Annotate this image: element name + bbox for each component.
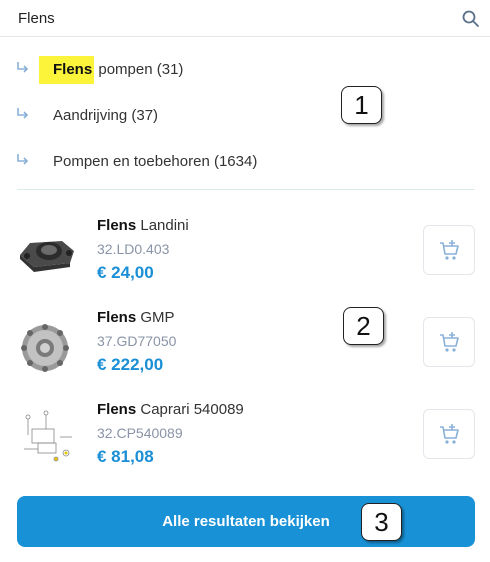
- suggestion-item-flens-pompen[interactable]: Flens pompen (31): [0, 53, 490, 87]
- match-highlight: Flens: [39, 56, 95, 84]
- annotation-badge-3: 3: [361, 503, 402, 541]
- annotation-badge-2: 2: [343, 307, 384, 345]
- annotation-badge-1: 1: [341, 86, 382, 124]
- suggestion-item-pompen-en-toebehoren[interactable]: Pompen en toebehoren (1634): [0, 145, 490, 179]
- product-item[interactable]: Flens Landini 32.LD0.403 € 24,00: [0, 217, 490, 297]
- search-bar: [0, 0, 490, 37]
- product-sku: 37.GD77050: [97, 333, 177, 349]
- suggestion-label: Pompen en toebehoren (1634): [53, 153, 258, 170]
- product-name[interactable]: Flens Landini: [97, 217, 189, 234]
- product-name[interactable]: Flens Caprari 540089: [97, 401, 244, 418]
- return-arrow-icon: [17, 108, 29, 119]
- add-to-cart-button[interactable]: [423, 225, 475, 275]
- suggestion-label: Flens pompen (31): [39, 56, 184, 84]
- add-to-cart-button[interactable]: [423, 409, 475, 459]
- add-to-cart-icon: [440, 240, 459, 260]
- divider: [17, 189, 475, 190]
- add-to-cart-icon: [440, 332, 459, 352]
- product-price: € 24,00: [97, 263, 154, 282]
- product-price: € 81,08: [97, 447, 154, 466]
- add-to-cart-button[interactable]: [423, 317, 475, 367]
- suggestion-label: Aandrijving (37): [53, 107, 159, 124]
- pump-flange-image: [21, 324, 69, 372]
- suggestion-text: pompen (31): [94, 61, 184, 78]
- product-item[interactable]: Flens GMP 37.GD77050 € 222,00: [0, 309, 490, 389]
- add-to-cart-icon: [440, 424, 459, 444]
- product-sku: 32.CP540089: [97, 425, 183, 441]
- exploded-diagram-image: [24, 410, 72, 462]
- return-arrow-icon: [17, 62, 29, 73]
- view-all-results-button[interactable]: Alle resultaten bekijken: [17, 496, 475, 547]
- flange-part-image: [20, 241, 74, 272]
- product-sku: 32.LD0.403: [97, 241, 170, 257]
- product-name[interactable]: Flens GMP: [97, 309, 175, 326]
- search-icon[interactable]: [461, 9, 481, 29]
- product-name-rest: Landini: [136, 217, 189, 234]
- return-arrow-icon: [17, 154, 29, 165]
- search-input[interactable]: [18, 8, 438, 28]
- product-name-highlight: Flens: [97, 309, 137, 326]
- product-name-highlight: Flens: [97, 217, 137, 234]
- product-item[interactable]: Flens Caprari 540089 32.CP540089 € 81,08: [0, 401, 490, 481]
- product-name-rest: GMP: [136, 309, 175, 326]
- product-name-rest: Caprari 540089: [136, 401, 244, 418]
- product-name-highlight: Flens: [97, 401, 137, 418]
- suggestion-item-aandrijving[interactable]: Aandrijving (37): [0, 99, 490, 133]
- product-price: € 222,00: [97, 355, 164, 374]
